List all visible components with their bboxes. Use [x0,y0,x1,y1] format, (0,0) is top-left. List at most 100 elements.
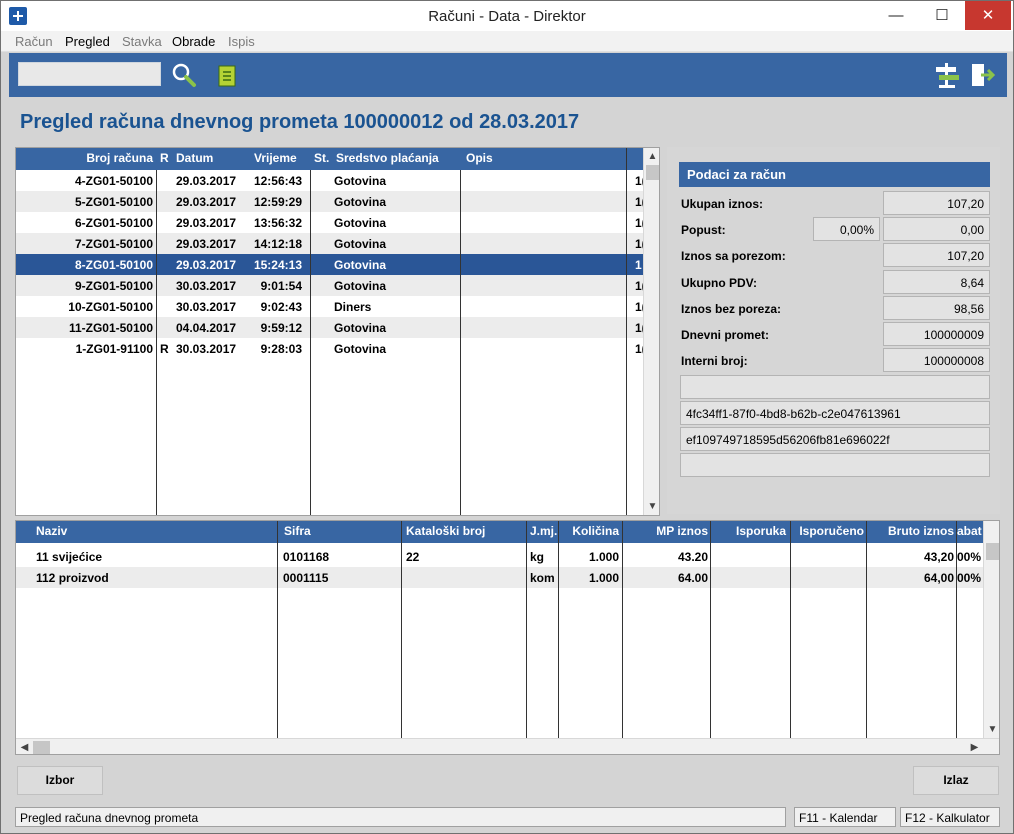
signpost-icon[interactable] [933,61,961,89]
scroll-down-arrow-icon[interactable]: ▼ [984,721,999,738]
minimize-button[interactable]: — [873,1,919,30]
scroll-thumb[interactable] [33,741,50,754]
search-input[interactable] [18,62,161,86]
cell-mp-iznos: 64.00 [677,571,708,585]
cell-vrijeme: 9:02:43 [260,300,302,314]
cell-vrijeme: 9:01:54 [260,279,302,293]
col-datum[interactable]: Datum [176,151,213,165]
cell-datum: 30.03.2017 [176,342,237,356]
iznos-sa-porezom-field[interactable]: 107,20 [883,243,990,267]
cell-datum: 04.04.2017 [176,321,237,335]
col-vrijeme[interactable]: Vrijeme [254,151,297,165]
menu-obrade[interactable]: Obrade [172,34,215,49]
ukupan-iznos-field[interactable]: 107,20 [883,191,990,215]
col-bruto-iznos[interactable]: Bruto iznos [868,524,954,538]
izlaz-button[interactable]: Izlaz [913,766,999,795]
title-bar: Računi - Data - Direktor — ☐ ✕ [1,1,1013,31]
col-opis[interactable]: Opis [466,151,493,165]
items-table[interactable]: Naziv Sifra Kataloški broj J.mj. Količin… [15,520,1000,755]
table-row[interactable]: 5-ZG01-50100 29.03.2017 12:59:29 Gotovina 1( [16,191,646,212]
ukupno-pdv-field[interactable]: 8,64 [883,270,990,294]
col-r[interactable]: R [160,151,169,165]
cell-sredstvo-placanja: Gotovina [334,216,387,230]
col-st[interactable]: St. [314,151,329,165]
search-icon[interactable] [171,62,197,88]
cell-bruto-iznos: 43,20 [923,550,954,564]
col-naziv[interactable]: Naziv [36,524,67,538]
cell-vrijeme: 12:59:29 [253,195,302,209]
menu-ispis[interactable]: Ispis [228,34,255,49]
invoices-table[interactable]: Broj računa R Datum Vrijeme St. Sredstvo… [15,147,660,516]
cell-kolicina: 1.000 [588,571,619,585]
scroll-right-arrow-icon[interactable]: ▶ [966,739,983,754]
details-field-4[interactable] [680,453,990,477]
iznos-bez-poreza-field[interactable]: 98,56 [883,296,990,320]
cell-sifra: 0001115 [283,571,329,585]
izbor-button[interactable]: Izbor [17,766,103,795]
col-kolicina[interactable]: Količina [560,524,619,538]
details-field-1[interactable] [680,375,990,399]
popust-percent-field[interactable]: 0,00% [813,217,880,241]
status-f11-calendar[interactable]: F11 - Kalendar [794,807,896,827]
popust-field[interactable]: 0,00 [883,217,990,241]
scroll-up-arrow-icon[interactable]: ▲ [644,148,659,165]
details-field-3[interactable]: ef109749718595d56206fb81e696022f [680,427,990,451]
interni-broj-label: Interni broj: [681,354,748,368]
menu-bar: Račun Pregled Stavka Obrade Ispis [1,31,1013,52]
table-row[interactable]: 8-ZG01-50100 29.03.2017 15:24:13 Gotovina 1 [16,254,643,275]
items-horizontal-scrollbar[interactable]: ◀ ▶ [16,738,999,754]
table-row[interactable]: 1-ZG01-91100 R 30.03.2017 9:28:03 Gotovina 1( [16,338,646,359]
close-button[interactable]: ✕ [965,1,1011,30]
cell-datum: 29.03.2017 [176,258,237,272]
table-row[interactable]: 10-ZG01-50100 30.03.2017 9:02:43 Diners 1( [16,296,645,317]
table-row[interactable]: 11-ZG01-50100 04.04.2017 9:59:12 Gotovina 1( [16,317,646,338]
col-sredstvo-placanja[interactable]: Sredstvo plaćanja [336,151,439,165]
cell-datum: 29.03.2017 [176,195,237,209]
invoices-vertical-scrollbar[interactable]: ▲ ▼ [643,148,659,515]
table-row[interactable]: 4-ZG01-50100 29.03.2017 12:56:43 Gotovina 1( [16,170,646,191]
cell-r: R [160,342,169,356]
col-broj-racuna[interactable]: Broj računa [16,151,153,165]
scroll-thumb[interactable] [646,165,659,180]
dnevni-promet-field[interactable]: 100000009 [883,322,990,346]
status-f12-calculator[interactable]: F12 - Kalkulator [900,807,1000,827]
cell-broj-racuna: 8-ZG01-50100 [74,258,153,272]
column-divider [558,521,559,738]
cell-sredstvo-placanja: Gotovina [334,237,387,251]
col-isporuceno[interactable]: Isporučeno [792,524,864,538]
window-title: Računi - Data - Direktor [428,8,586,25]
cell-sredstvo-placanja: Gotovina [334,195,387,209]
list-view-icon[interactable] [216,64,240,88]
cell-sifra: 0101168 [283,550,330,564]
col-katalog[interactable]: Kataloški broj [406,524,485,538]
menu-racun[interactable]: Račun [15,34,53,49]
maximize-button[interactable]: ☐ [919,1,965,30]
exit-icon[interactable] [969,61,997,89]
col-jmj[interactable]: J.mj. [530,524,557,538]
cell-broj-racuna: 10-ZG01-50100 [68,300,153,314]
col-rabat[interactable]: abat [957,524,982,538]
cell-broj-racuna: 11-ZG01-50100 [68,321,153,335]
scroll-down-arrow-icon[interactable]: ▼ [644,498,659,515]
table-row[interactable]: 11 svijećice 0101168 22 kg 1.000 43.20 43,20 00… [16,546,983,567]
col-sifra[interactable]: Sifra [284,524,311,538]
table-row[interactable]: 6-ZG01-50100 29.03.2017 13:56:32 Gotovina 1( [16,212,646,233]
interni-broj-field[interactable]: 100000008 [883,348,990,372]
table-row[interactable]: 9-ZG01-50100 30.03.2017 9:01:54 Gotovina 1( [16,275,646,296]
col-isporuka[interactable]: Isporuka [712,524,786,538]
column-divider [622,521,623,738]
menu-pregled[interactable]: Pregled [65,34,110,49]
details-field-2[interactable]: 4fc34ff1-87f0-4bd8-b62b-c2e047613961 [680,401,990,425]
table-row[interactable]: 7-ZG01-50100 29.03.2017 14:12:18 Gotovina 1( [16,233,646,254]
cell-vrijeme: 15:24:13 [253,258,302,272]
scroll-thumb[interactable] [986,543,999,560]
cell-sredstvo-placanja: Gotovina [334,321,387,335]
col-mp-iznos[interactable]: MP iznos [624,524,708,538]
table-row[interactable]: 112 proizvod 0001115 kom 1.000 64.00 64,00 00% [16,567,983,588]
scroll-left-arrow-icon[interactable]: ◀ [16,739,33,754]
menu-stavka[interactable]: Stavka [122,34,162,49]
column-divider [401,521,402,738]
column-divider [710,521,711,738]
items-vertical-scrollbar[interactable]: ▼ [983,521,999,738]
cell-mp-iznos: 43.20 [677,550,708,564]
